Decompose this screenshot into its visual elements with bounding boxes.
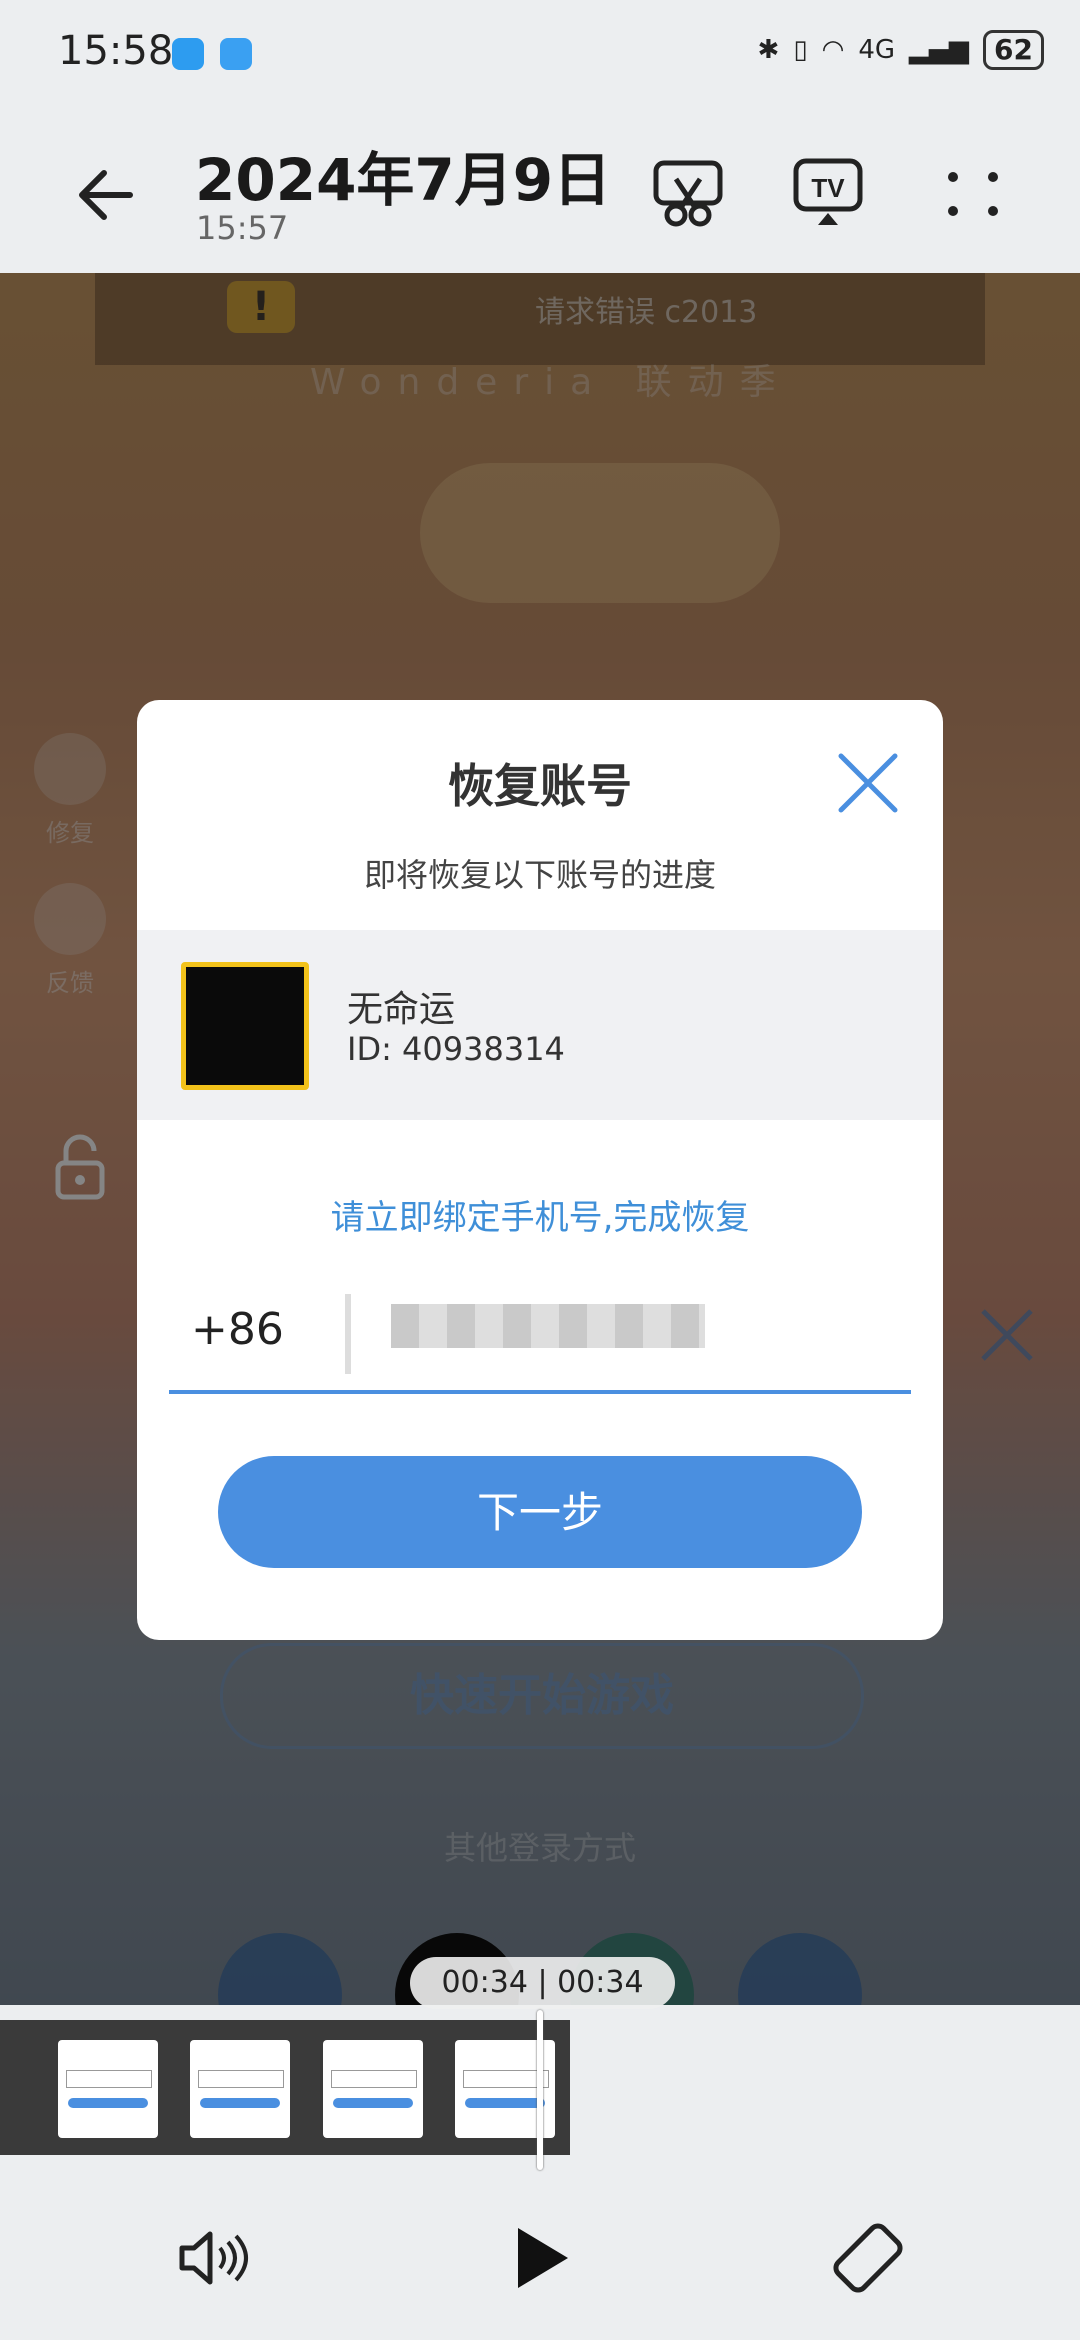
status-icons: ✱ ▯ ◠ 4G ▂▄▆ 62 xyxy=(758,30,1044,70)
account-id: ID: 40938314 xyxy=(347,1030,565,1068)
dialog-description: 即将恢复以下账号的进度 xyxy=(363,856,716,894)
weather-app-icon xyxy=(220,38,252,70)
account-name: 无命运 xyxy=(347,989,456,1030)
thumb-code-row xyxy=(331,2070,417,2088)
divider xyxy=(345,1294,351,1374)
battery-indicator: 62 xyxy=(983,30,1044,70)
timeline-thumbnail xyxy=(323,2040,423,2138)
media-viewer-header: 2024年7月9日 15:57 TV xyxy=(0,105,1080,273)
dialog-title: 恢复账号 xyxy=(448,759,632,813)
play-icon[interactable] xyxy=(500,2218,580,2298)
status-time: 15:58 xyxy=(58,28,174,74)
signal-icon: ▂▄▆ xyxy=(909,35,970,65)
thumb-button xyxy=(200,2098,280,2108)
message-app-icon xyxy=(172,38,204,70)
close-icon[interactable] xyxy=(835,750,901,816)
bind-phone-tip: 请立即绑定手机号,完成恢复 xyxy=(330,1198,750,1238)
more-options-icon[interactable] xyxy=(935,155,1011,231)
timeline-thumbnail xyxy=(190,2040,290,2138)
thumb-code-row xyxy=(66,2070,152,2088)
playback-controls xyxy=(0,2170,1080,2340)
next-button[interactable]: 下一步 xyxy=(218,1456,862,1568)
wifi-icon: ◠ xyxy=(821,35,845,65)
timeline-thumbnail xyxy=(58,2040,158,2138)
thumb-button xyxy=(68,2098,148,2108)
thumb-code-row xyxy=(198,2070,284,2088)
country-code[interactable]: +86 xyxy=(191,1304,284,1355)
bluetooth-icon: ✱ xyxy=(757,35,780,65)
rotate-screen-icon[interactable] xyxy=(828,2218,908,2298)
back-arrow-icon[interactable] xyxy=(70,155,150,235)
phone-number-field[interactable] xyxy=(391,1304,705,1348)
account-card: 无命运 ID: 40938314 xyxy=(137,930,943,1120)
cast-tv-icon[interactable]: TV xyxy=(790,155,866,231)
volume-icon[interactable] xyxy=(172,2218,252,2298)
avatar xyxy=(181,962,309,1090)
timeline-scrubber[interactable] xyxy=(0,2020,570,2155)
status-bar: 15:58 ✱ ▯ ◠ 4G ▂▄▆ 62 xyxy=(0,0,1080,105)
thumb-button xyxy=(465,2098,545,2108)
thumb-button xyxy=(333,2098,413,2108)
recover-account-dialog: 恢复账号 即将恢复以下账号的进度 无命运 ID: 40938314 请立即绑定手… xyxy=(137,700,943,1640)
phone-input-row: +86 xyxy=(169,1270,911,1394)
playback-time: 00:34 | 00:34 xyxy=(410,1957,675,2009)
page-title: 2024年7月9日 xyxy=(195,146,612,214)
network-type: 4G xyxy=(858,35,896,65)
svg-text:TV: TV xyxy=(811,173,845,203)
playhead-handle[interactable] xyxy=(537,2010,543,2170)
vibrate-icon: ▯ xyxy=(793,35,808,65)
page-subtitle: 15:57 xyxy=(196,209,289,247)
video-clip-icon[interactable] xyxy=(650,155,726,231)
